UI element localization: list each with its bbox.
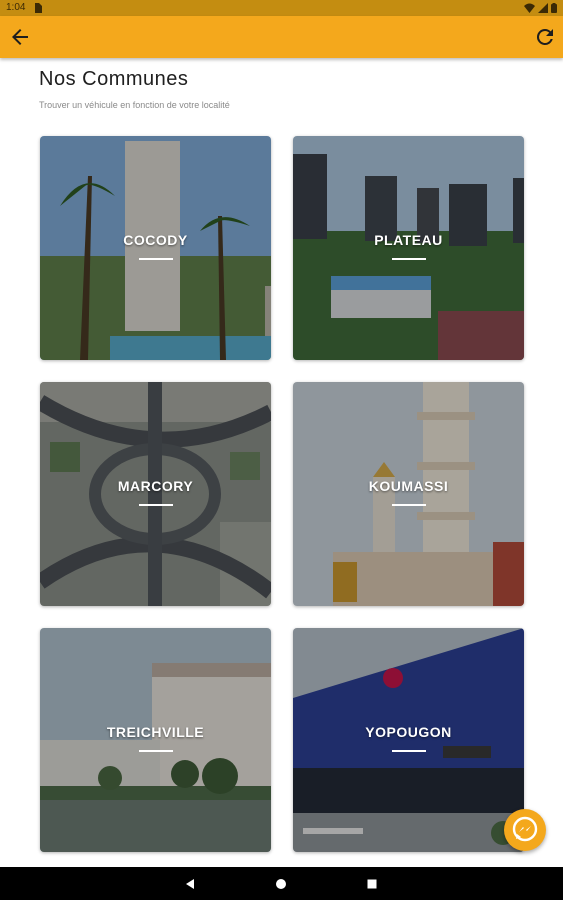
back-button[interactable] bbox=[8, 25, 32, 49]
messenger-button[interactable] bbox=[504, 809, 546, 851]
system-nav-bar bbox=[0, 867, 563, 900]
wifi-icon bbox=[524, 3, 535, 16]
messenger-icon bbox=[512, 816, 538, 842]
commune-underline bbox=[391, 504, 426, 506]
app-bar bbox=[0, 16, 563, 58]
card-overlay bbox=[293, 136, 524, 360]
refresh-button[interactable] bbox=[533, 25, 557, 49]
commune-card-plateau[interactable]: PLATEAU bbox=[293, 136, 524, 360]
commune-card-koumassi[interactable]: KOUMASSI bbox=[293, 382, 524, 606]
card-overlay bbox=[40, 382, 271, 606]
status-bar: 1:04 bbox=[0, 0, 563, 16]
commune-underline bbox=[138, 750, 173, 752]
page-title: Nos Communes bbox=[39, 68, 189, 90]
commune-name: TREICHVILLE bbox=[106, 724, 205, 740]
status-time: 1:04 bbox=[6, 2, 26, 13]
page-subtitle: Trouver un véhicule en fonction de votre… bbox=[39, 100, 230, 110]
commune-underline bbox=[138, 258, 173, 260]
commune-underline bbox=[138, 504, 173, 506]
commune-name: MARCORY bbox=[117, 478, 194, 494]
commune-card-marcory[interactable]: MARCORY bbox=[40, 382, 271, 606]
sim-card-icon bbox=[34, 3, 42, 16]
arrow-left-icon bbox=[12, 29, 28, 45]
commune-name: YOPOUGON bbox=[365, 724, 452, 740]
nav-recents-button[interactable] bbox=[364, 876, 380, 892]
card-overlay bbox=[293, 382, 524, 606]
commune-card-cocody[interactable]: COCODY bbox=[40, 136, 271, 360]
nav-home-button[interactable] bbox=[273, 876, 289, 892]
card-overlay bbox=[293, 628, 524, 852]
signal-icon bbox=[538, 3, 548, 16]
card-overlay bbox=[40, 628, 271, 852]
recents-square-icon bbox=[367, 879, 377, 889]
card-overlay bbox=[40, 136, 271, 360]
commune-name: PLATEAU bbox=[374, 232, 443, 248]
commune-underline bbox=[391, 258, 426, 260]
refresh-icon bbox=[536, 28, 553, 45]
nav-back-button[interactable] bbox=[182, 876, 198, 892]
home-circle-icon bbox=[276, 879, 286, 889]
back-triangle-icon bbox=[186, 879, 194, 889]
commune-card-yopougon[interactable]: YOPOUGON bbox=[293, 628, 524, 852]
commune-name: COCODY bbox=[123, 232, 188, 248]
battery-icon bbox=[551, 3, 557, 16]
commune-name: KOUMASSI bbox=[368, 478, 449, 494]
commune-card-treichville[interactable]: TREICHVILLE bbox=[40, 628, 271, 852]
commune-underline bbox=[391, 750, 426, 752]
